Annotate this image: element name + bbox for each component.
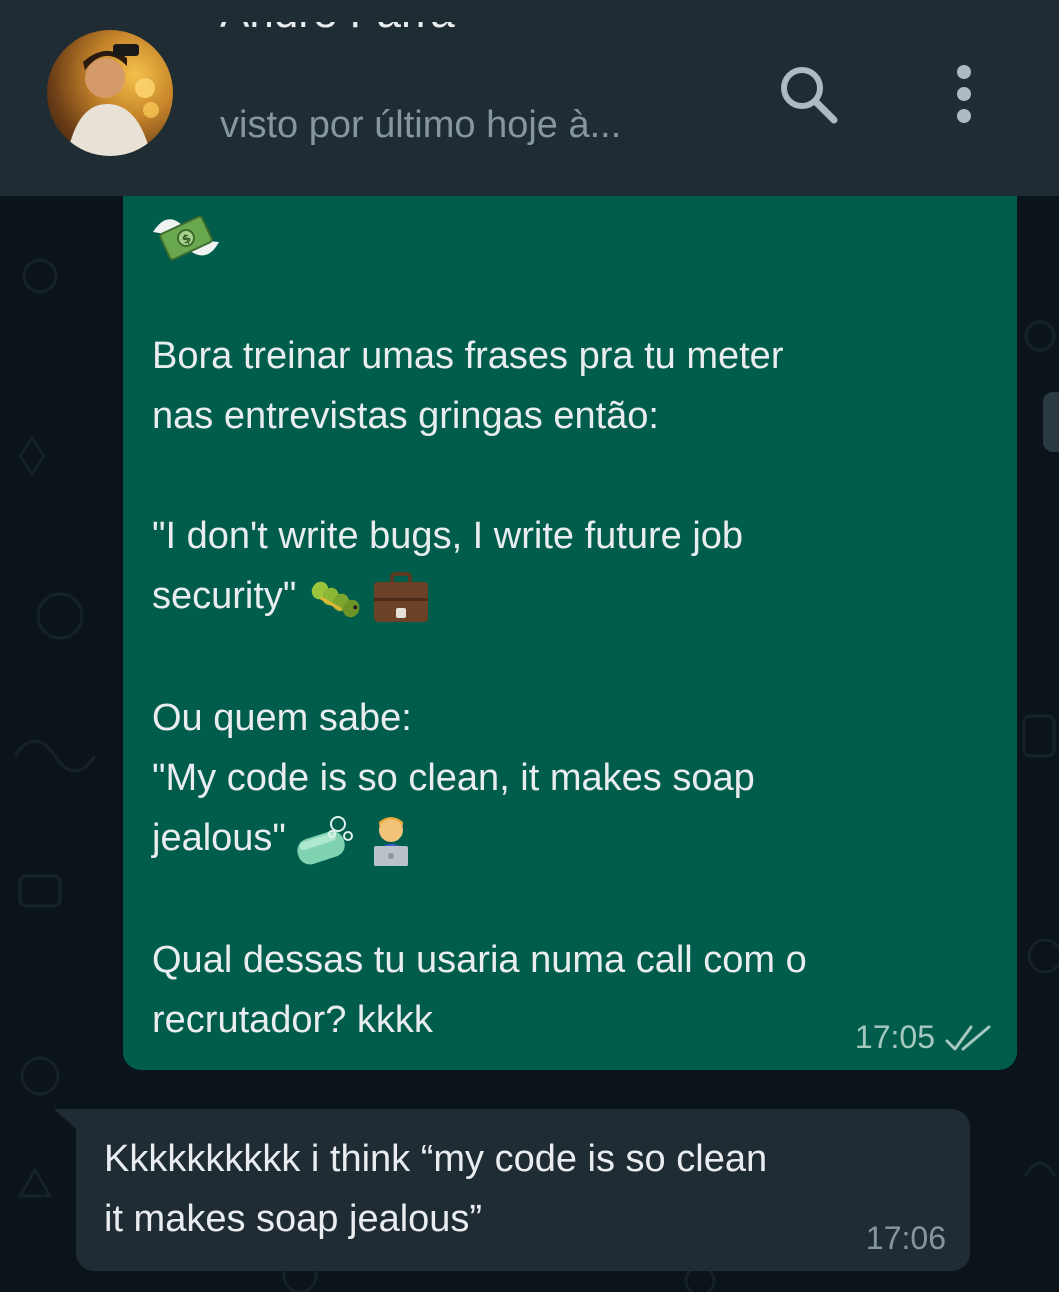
message-line: Ou quem sabe: xyxy=(152,696,412,739)
search-icon xyxy=(781,67,838,124)
soap-emoji xyxy=(297,815,353,865)
last-seen-status: visto por último hoje à... xyxy=(220,104,622,146)
message-timestamp: 17:05 xyxy=(854,1019,935,1055)
message-line: nas entrevistas gringas então: xyxy=(152,395,659,437)
outgoing-message[interactable]: $ Bora treinar umas frases pra tu meter … xyxy=(123,196,1017,1070)
message-line: Kkkkkkkkkk i think “my code is so clean xyxy=(104,1138,768,1180)
message-text: Kkkkkkkkkk i think “my code is so clean … xyxy=(104,1129,934,1249)
message-line: it makes soap jealous” xyxy=(104,1198,483,1240)
message-timestamp: 17:06 xyxy=(865,1220,946,1256)
scrollbar-thumb[interactable] xyxy=(1043,392,1059,452)
more-vert-icon xyxy=(957,65,971,123)
read-ticks-icon xyxy=(945,1025,991,1051)
bug-emoji xyxy=(312,581,360,618)
briefcase-emoji xyxy=(374,571,429,622)
contact-name[interactable]: André Farra xyxy=(220,22,640,78)
message-line: security" xyxy=(152,575,297,617)
message-text: Bora treinar umas frases pra tu meter na… xyxy=(152,326,972,1050)
menu-button[interactable] xyxy=(944,62,984,126)
incoming-message[interactable]: Kkkkkkkkkk i think “my code is so clean … xyxy=(76,1109,970,1271)
search-button[interactable] xyxy=(776,62,840,126)
message-line: Qual dessas tu usaria numa call com o xyxy=(152,938,807,981)
message-line: Bora treinar umas frases pra tu meter xyxy=(152,335,784,377)
message-line: "My code is so clean, it makes soap xyxy=(152,756,755,799)
contact-name-text: André Farra xyxy=(220,22,640,38)
technologist-emoji xyxy=(373,816,408,866)
message-line-with-emoji: jealous" xyxy=(152,808,972,870)
message-line: "I don't write bugs, I write future job xyxy=(152,515,744,557)
message-line: recrutador? kkkk xyxy=(152,998,433,1041)
money-with-wings-emoji: $ xyxy=(153,215,219,261)
incoming-bubble-tail xyxy=(54,1109,78,1131)
avatar-photo-icon xyxy=(67,44,159,156)
message-line: jealous" xyxy=(152,816,286,859)
message-line-with-emoji: security" xyxy=(152,566,972,628)
avatar[interactable] xyxy=(47,30,173,156)
chat-header: André Farra visto por último hoje à... xyxy=(0,0,1059,196)
